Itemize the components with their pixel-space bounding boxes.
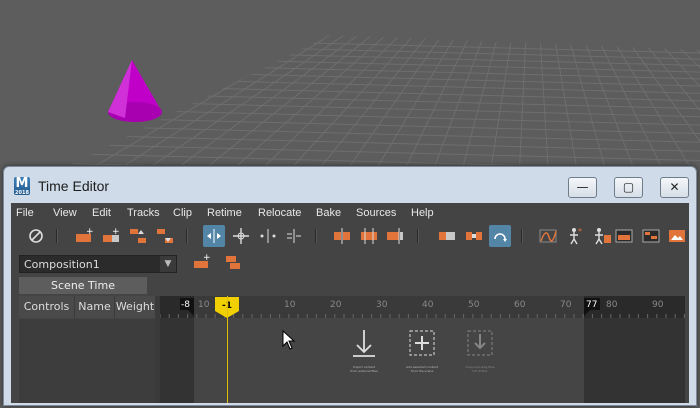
- mute-icon[interactable]: [25, 225, 47, 247]
- composition-value: Composition1: [24, 258, 100, 271]
- drag-drop-icon: [467, 330, 493, 356]
- ruler-label: 30: [376, 300, 388, 310]
- move-clip-down-icon[interactable]: [154, 225, 176, 247]
- svg-text:+: +: [112, 227, 120, 237]
- graph-editor-icon[interactable]: [537, 225, 559, 247]
- create-animation-clip-icon[interactable]: +: [100, 225, 122, 247]
- menu-sources[interactable]: Sources: [356, 207, 396, 219]
- chevron-down-icon[interactable]: ▼: [160, 256, 176, 272]
- ripple-mode-icon[interactable]: [257, 225, 279, 247]
- toolbar-separator: [56, 229, 58, 243]
- menu-clip[interactable]: Clip: [173, 207, 192, 219]
- time-editor-window: M 2018 Time Editor — ▢ ✕ File View Edit T…: [3, 166, 697, 406]
- move-mode-icon[interactable]: [230, 225, 252, 247]
- mouse-cursor-icon: [282, 330, 296, 350]
- ruler-label: 80: [606, 300, 618, 310]
- loop-clip-icon[interactable]: [489, 225, 511, 247]
- merge-clips-icon[interactable]: [436, 225, 458, 247]
- menu-retime[interactable]: Retime: [207, 207, 242, 219]
- trim-start-icon[interactable]: [331, 225, 353, 247]
- timeline-view-icon[interactable]: [640, 225, 662, 247]
- track-list-panel[interactable]: [19, 319, 155, 403]
- snap-mode-icon[interactable]: [283, 225, 305, 247]
- add-composition-icon[interactable]: +: [191, 251, 213, 273]
- main-toolbar: + + *: [11, 223, 689, 249]
- end-marker-label: 77: [586, 300, 597, 310]
- column-weight[interactable]: Weight: [115, 296, 156, 318]
- tab-scene-time[interactable]: Scene Time: [19, 277, 147, 294]
- maya-logo-icon: M 2018: [14, 176, 30, 196]
- ruler-label: 70: [560, 300, 572, 310]
- pre-range-shade: [160, 318, 194, 403]
- import-down-arrow-icon: [353, 330, 375, 357]
- menu-relocate[interactable]: Relocate: [258, 207, 301, 219]
- menu-view[interactable]: View: [53, 207, 77, 219]
- title-bar[interactable]: M 2018 Time Editor — ▢ ✕: [4, 167, 696, 203]
- trim-end-icon[interactable]: [384, 225, 406, 247]
- import-content-hint[interactable]: Import content from external files: [349, 326, 379, 382]
- playhead-line[interactable]: [227, 296, 228, 403]
- svg-text:*: *: [578, 227, 582, 236]
- move-clip-up-icon[interactable]: [127, 225, 149, 247]
- menu-help[interactable]: Help: [411, 207, 434, 219]
- crossfade-icon[interactable]: [463, 225, 485, 247]
- post-range-shade: [584, 318, 685, 403]
- ruler-label: 90: [652, 300, 664, 310]
- image-view-icon[interactable]: [666, 225, 688, 247]
- character-key-icon[interactable]: [591, 225, 613, 247]
- ruler-label: 20: [330, 300, 342, 310]
- add-selected-content-hint[interactable]: Add selected content from the scene: [405, 326, 439, 382]
- toolbar-separator: [315, 229, 317, 243]
- add-plus-icon: [409, 330, 435, 356]
- toolbar-separator: [521, 229, 523, 243]
- menu-tracks[interactable]: Tracks: [127, 207, 160, 219]
- ruler-ticks: 10102030405060708090-877-1: [159, 296, 685, 318]
- ruler-label: 40: [422, 300, 434, 310]
- close-button[interactable]: ✕: [660, 177, 689, 198]
- column-controls[interactable]: Controls: [19, 296, 75, 318]
- editor-client-area: File View Edit Tracks Clip Retime Reloca…: [11, 203, 689, 403]
- svg-text:+: +: [86, 227, 94, 237]
- menu-file[interactable]: File: [16, 207, 34, 219]
- scale-mode-icon[interactable]: [203, 225, 225, 247]
- menu-bake[interactable]: Bake: [316, 207, 341, 219]
- menu-edit[interactable]: Edit: [92, 207, 111, 219]
- split-clip-icon[interactable]: [358, 225, 380, 247]
- timeline-track-area[interactable]: Import content from external files Add s…: [160, 318, 685, 403]
- window-title: Time Editor: [38, 178, 110, 194]
- ruler-label: 10: [198, 300, 210, 310]
- time-ruler[interactable]: 10102030405060708090-877-1: [159, 296, 685, 318]
- toolbar-separator: [417, 229, 419, 243]
- toolbar-separator: [186, 229, 188, 243]
- clip-editor-icon[interactable]: [613, 225, 635, 247]
- duplicate-composition-icon[interactable]: [222, 251, 244, 273]
- drag-drop-hint[interactable]: Drag-and-drag files into Editor: [463, 326, 497, 382]
- create-clip-icon[interactable]: +: [73, 225, 95, 247]
- column-name[interactable]: Name: [75, 296, 115, 318]
- ruler-label: 50: [468, 300, 480, 310]
- character-set-icon[interactable]: *: [564, 225, 586, 247]
- svg-text:+: +: [203, 253, 211, 263]
- ruler-label: 60: [514, 300, 526, 310]
- start-marker-label: -8: [181, 300, 190, 310]
- maximize-button[interactable]: ▢: [614, 177, 643, 198]
- composition-dropdown[interactable]: Composition1 ▼: [19, 255, 177, 273]
- ground-grid: [70, 35, 700, 165]
- minimize-button[interactable]: —: [568, 177, 597, 198]
- ruler-label: 10: [284, 300, 296, 310]
- menu-bar: File View Edit Tracks Clip Retime Reloca…: [11, 203, 689, 223]
